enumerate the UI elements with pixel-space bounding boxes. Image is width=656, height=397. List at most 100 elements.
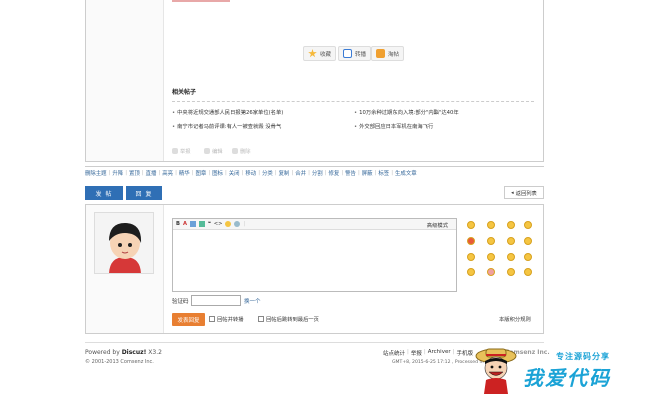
delete-label: 删除: [240, 149, 251, 155]
related-item[interactable]: 10万余种过期东向入境:部分"内酯"达40年: [354, 108, 459, 116]
code-button[interactable]: <>: [214, 221, 223, 227]
mod-tool-link[interactable]: 直播: [146, 169, 157, 177]
image-icon[interactable]: [189, 221, 196, 227]
mod-tool-link[interactable]: 分割: [312, 169, 323, 177]
reply-and-share-option[interactable]: 回帖并转播: [209, 315, 244, 323]
smiley-icon[interactable]: [467, 221, 475, 229]
smiley-icon[interactable]: [467, 268, 475, 276]
footer-separator: |: [452, 349, 455, 355]
smiley-icon[interactable]: [467, 237, 475, 245]
mod-tool-link[interactable]: 标签: [378, 169, 389, 177]
mod-separator: |: [175, 169, 177, 176]
attachment-icon[interactable]: [234, 221, 241, 227]
related-item[interactable]: 中央将近规交通部人民日报第26家单位(名单): [172, 108, 283, 116]
new-thread-button[interactable]: 发 帖: [85, 186, 123, 200]
mod-tool-link[interactable]: 屏蔽: [362, 169, 373, 177]
smiley-icon[interactable]: [225, 221, 232, 227]
back-to-list-button[interactable]: ◂ 返回列表: [504, 186, 544, 199]
pencil-icon: [204, 148, 210, 154]
favorite-button[interactable]: 收藏: [303, 46, 337, 61]
checkbox[interactable]: [258, 316, 264, 322]
mod-tool-link[interactable]: 精华: [179, 169, 190, 177]
smiley-icon[interactable]: [507, 268, 515, 276]
server-time: GMT+8, 2015-6-25 17:12 , Processed in: [392, 360, 484, 365]
mod-tool-link[interactable]: 复制: [279, 169, 290, 177]
mod-separator: |: [108, 169, 111, 176]
smiley-icon[interactable]: [467, 253, 475, 261]
advanced-mode-link[interactable]: 高级模式: [427, 221, 448, 229]
chevron-left-icon: ◂: [511, 189, 514, 196]
mod-tool-link[interactable]: 升降: [112, 169, 123, 177]
mod-tool-link[interactable]: 生成文章: [395, 169, 417, 177]
smiley-icon[interactable]: [524, 237, 532, 245]
footer-link[interactable]: 站点统计: [383, 349, 405, 357]
captcha-input[interactable]: [191, 295, 241, 306]
mod-tool-link[interactable]: 高亮: [162, 169, 173, 177]
sharing-button[interactable]: 淘帖: [371, 46, 405, 61]
smiley-icon[interactable]: [524, 268, 532, 276]
smiley-icon[interactable]: [487, 237, 495, 245]
mod-tool-link[interactable]: 警告: [345, 169, 356, 177]
powered-version: X3.2: [146, 349, 162, 356]
mod-separator: |: [374, 169, 377, 176]
edit-label: 编辑: [212, 149, 223, 155]
powered-prefix: Powered by: [85, 349, 122, 356]
toolbar-divider: |: [243, 221, 246, 227]
mod-tool-link[interactable]: 图章: [196, 169, 207, 177]
mod-tool-link[interactable]: 置顶: [129, 169, 140, 177]
font-color-button[interactable]: A: [183, 221, 187, 227]
mod-separator: |: [308, 169, 310, 176]
editor-toolbar: B A ❝ <> | 高级模式: [173, 219, 456, 230]
mod-tool-link[interactable]: 分类: [262, 169, 273, 177]
related-title: 相关帖子: [172, 89, 197, 96]
powered-name[interactable]: Discuz!: [122, 349, 147, 356]
bold-button[interactable]: B: [176, 221, 180, 227]
report-button[interactable]: 举报: [172, 147, 191, 155]
smiley-icon[interactable]: [524, 221, 532, 229]
smiley-icon[interactable]: [507, 221, 515, 229]
mod-tool-link[interactable]: 修复: [329, 169, 340, 177]
quote-button[interactable]: ❝: [208, 221, 211, 227]
mod-tool-link[interactable]: 图标: [212, 169, 223, 177]
mod-tool-link[interactable]: 合并: [295, 169, 306, 177]
mod-tool-link[interactable]: 删除主题: [85, 169, 107, 177]
mod-separator: |: [258, 169, 261, 176]
avatar: [94, 212, 154, 274]
edit-button[interactable]: 编辑: [204, 147, 223, 155]
captcha-label: 验证码: [172, 299, 189, 305]
reply-button[interactable]: 回 复: [126, 186, 162, 200]
mod-separator: |: [391, 169, 394, 176]
back-to-list-label: 返回列表: [515, 190, 537, 197]
related-item[interactable]: 南宁市记者马前评课:有人一被查就毁 没骨气: [172, 122, 281, 130]
share-button[interactable]: 转播: [338, 46, 372, 61]
link-icon[interactable]: [198, 221, 205, 227]
mod-tool-link[interactable]: 移动: [245, 169, 256, 177]
smiley-icon[interactable]: [487, 268, 495, 276]
smiley-icon[interactable]: [487, 253, 495, 261]
delete-button[interactable]: 删除: [232, 147, 251, 155]
mod-separator: |: [158, 169, 161, 176]
captcha-change-link[interactable]: 换一个: [244, 297, 261, 305]
reply-editor[interactable]: B A ❝ <> | 高级模式: [172, 218, 457, 292]
mod-separator: |: [141, 169, 144, 176]
related-divider: [172, 101, 534, 102]
smiley-icon[interactable]: [507, 253, 515, 261]
mod-separator: |: [125, 169, 128, 176]
footer-link[interactable]: 手机版: [456, 349, 473, 357]
checkbox[interactable]: [209, 316, 215, 322]
post-container: [85, 0, 544, 162]
share-icon: [343, 49, 352, 58]
mod-tool-link[interactable]: 关闭: [229, 169, 240, 177]
footer-link[interactable]: Archiver: [428, 349, 451, 357]
credit-rules-link[interactable]: 本版积分规则: [499, 315, 531, 323]
mod-separator: |: [191, 169, 194, 176]
submit-reply-button[interactable]: 发表回复: [172, 313, 205, 326]
related-item[interactable]: 外交部回应日本军机在南海飞行: [354, 122, 433, 130]
smiley-icon[interactable]: [507, 237, 515, 245]
jump-after-reply-option[interactable]: 回帖后跳转到最后一页: [258, 315, 319, 323]
smiley-icon[interactable]: [524, 253, 532, 261]
trash-icon: [232, 148, 238, 154]
smiley-icon[interactable]: [487, 221, 495, 229]
footer-link[interactable]: 举报: [411, 349, 422, 357]
moderation-toolbar: 删除主题 | 升降 | 置顶 | 直播 | 高亮 | 精华 | 图章 | 图标 | 关闭 | 移动 | 分类 | 复制 | 合并…: [85, 166, 544, 178]
